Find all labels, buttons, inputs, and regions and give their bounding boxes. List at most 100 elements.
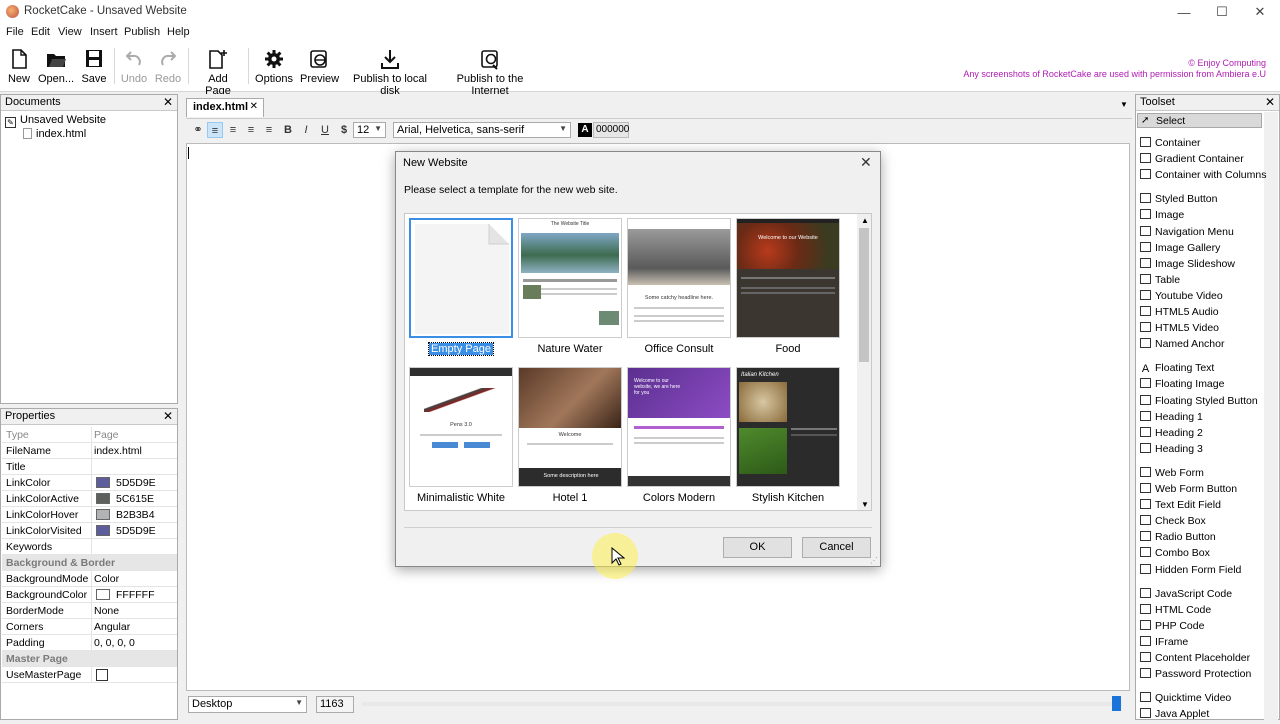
tree-item-page[interactable]: index.html (23, 128, 86, 140)
tool-gradient-container[interactable]: Gradient Container (1140, 153, 1244, 169)
template-food[interactable]: Welcome to our Website (736, 218, 840, 338)
tool-heading-3[interactable]: Heading 3 (1140, 442, 1203, 459)
close-window-button[interactable]: ✕ (1242, 0, 1278, 24)
tool-password-protection[interactable]: Password Protection (1140, 668, 1251, 684)
tool-floating-image[interactable]: Floating Image (1140, 378, 1224, 394)
property-row-linkcolor[interactable]: LinkColor 5D5D9E (2, 475, 177, 491)
cancel-button[interactable]: Cancel (802, 537, 871, 558)
tool-html5-video[interactable]: HTML5 Video (1140, 322, 1219, 338)
tool-container[interactable]: Container (1140, 137, 1201, 153)
menu-insert[interactable]: Insert (90, 26, 118, 38)
page-width-field[interactable]: 1163 (316, 696, 354, 713)
scroll-down-icon[interactable]: ▼ (861, 500, 869, 509)
property-row-bgcolor[interactable]: BackgroundColor FFFFFF (2, 587, 177, 603)
close-panel-icon[interactable]: ✕ (1265, 95, 1275, 109)
text-color-icon[interactable]: A (578, 123, 592, 137)
scroll-up-icon[interactable]: ▲ (861, 216, 869, 225)
template-hotel-1[interactable]: Welcome Some description here (518, 367, 622, 487)
property-row-usemasterpage[interactable]: UseMasterPage (2, 667, 177, 683)
tool-heading-1[interactable]: Heading 1 (1140, 410, 1203, 427)
template-nature-water[interactable]: The Website Title (518, 218, 622, 338)
width-slider-track[interactable] (362, 702, 1122, 706)
tool-content-placeholder[interactable]: Content Placeholder (1140, 652, 1250, 668)
menu-view[interactable]: View (58, 26, 82, 38)
redo-button[interactable]: Redo (154, 44, 182, 88)
tool-quicktime-video[interactable]: Quicktime Video (1140, 692, 1231, 708)
tool-image[interactable]: Image (1140, 209, 1184, 225)
options-button[interactable]: Options (254, 44, 294, 88)
tool-check-box[interactable]: Check Box (1140, 515, 1206, 531)
bold-icon[interactable]: B (280, 122, 296, 138)
italic-icon[interactable]: I (298, 122, 314, 138)
property-row-title[interactable]: Title (2, 459, 177, 475)
toolset-scrollbar[interactable] (1264, 112, 1278, 720)
tool-image-gallery[interactable]: Image Gallery (1140, 241, 1220, 258)
color-swatch[interactable] (96, 525, 110, 536)
template-empty-page[interactable] (409, 218, 513, 338)
tool-styled-button[interactable]: Styled Button (1140, 193, 1217, 209)
property-row-linkcoloractive[interactable]: LinkColorActive 5C615E (2, 491, 177, 507)
tool-named-anchor[interactable]: Named Anchor (1140, 338, 1224, 354)
tool-heading-2[interactable]: Heading 2 (1140, 426, 1203, 443)
tab-dropdown-icon[interactable]: ▼ (1120, 100, 1128, 109)
new-button[interactable]: New (4, 44, 34, 88)
property-row-linkcolorvisited[interactable]: LinkColorVisited 5D5D9E (2, 523, 177, 539)
tool-container-with-columns[interactable]: Container with Columns (1140, 169, 1266, 185)
property-row-bordermode[interactable]: BorderMode None (2, 603, 177, 619)
template-stylish-kitchen[interactable]: Italian Kitchen (736, 367, 840, 487)
tool-php-code[interactable]: PHP Code (1140, 619, 1204, 636)
tool-radio-button[interactable]: Radio Button (1140, 531, 1216, 547)
underline-icon[interactable]: U (317, 122, 333, 138)
tool-html5-audio[interactable]: HTML5 Audio (1140, 306, 1219, 322)
color-swatch[interactable] (96, 589, 110, 600)
tool-select[interactable]: ➚ Select (1137, 113, 1262, 128)
font-family-select[interactable]: Arial, Helvetica, sans-serif ▼ (393, 122, 571, 138)
add-page-button[interactable]: Add Page (194, 44, 242, 97)
color-swatch[interactable] (96, 509, 110, 520)
tool-web-form[interactable]: Web Form (1140, 466, 1204, 483)
menu-edit[interactable]: Edit (31, 26, 50, 38)
property-row-bgmode[interactable]: BackgroundMode Color (2, 571, 177, 587)
tool-html-code[interactable]: HTML Code (1140, 603, 1211, 620)
save-button[interactable]: Save (80, 44, 108, 88)
align-right-icon[interactable]: ≡ (243, 122, 259, 138)
align-left-icon[interactable]: ≡ (207, 122, 223, 138)
tool-javascript-code[interactable]: JavaScript Code (1140, 587, 1232, 604)
minimize-button[interactable]: — (1166, 0, 1202, 24)
close-panel-icon[interactable]: ✕ (163, 95, 173, 109)
menu-publish[interactable]: Publish (124, 26, 160, 38)
tool-table[interactable]: Table (1140, 273, 1180, 290)
use-master-checkbox[interactable] (96, 669, 108, 681)
tool-combo-box[interactable]: Combo Box (1140, 547, 1210, 563)
template-colors-modern[interactable]: Welcome to our website, we are here for … (627, 367, 731, 487)
width-slider-thumb[interactable] (1112, 696, 1121, 711)
gallery-scroll-thumb[interactable] (859, 228, 869, 362)
close-panel-icon[interactable]: ✕ (163, 409, 173, 423)
font-size-select[interactable]: 12 ▼ (353, 122, 386, 138)
property-row-keywords[interactable]: Keywords (2, 539, 177, 555)
template-office-consult[interactable]: Some catchy headline here. (627, 218, 731, 338)
property-row-corners[interactable]: Corners Angular (2, 619, 177, 635)
preview-button[interactable]: Preview (300, 44, 339, 88)
tool-hidden-form-field[interactable]: Hidden Form Field (1140, 563, 1241, 580)
tool-web-form-button[interactable]: Web Form Button (1140, 483, 1237, 499)
tool-floating-styled-button[interactable]: Floating Styled Button (1140, 394, 1258, 411)
ok-button[interactable]: OK (723, 537, 792, 558)
dialog-close-icon[interactable]: ✕ (860, 154, 872, 171)
tool-iframe[interactable]: IFrame (1140, 635, 1188, 652)
tree-item-website[interactable]: ✎ Unsaved Website (5, 114, 106, 128)
color-swatch[interactable] (96, 493, 110, 504)
align-center-icon[interactable]: ≡ (225, 122, 241, 138)
tool-floating-text[interactable]: A Floating Text (1140, 362, 1215, 378)
color-swatch[interactable] (96, 477, 110, 488)
justify-icon[interactable]: ≡ (261, 122, 277, 138)
property-row-padding[interactable]: Padding 0, 0, 0, 0 (2, 635, 177, 651)
close-tab-icon[interactable]: ✕ (250, 101, 258, 112)
undo-button[interactable]: Undo (120, 44, 148, 88)
tool-navigation-menu[interactable]: Navigation Menu (1140, 225, 1234, 242)
tool-java-applet[interactable]: Java Applet (1140, 708, 1209, 724)
tab-index-html[interactable]: index.html ✕ (186, 98, 264, 117)
property-row-linkcolorhover[interactable]: LinkColorHover B2B3B4 (2, 507, 177, 523)
publish-local-button[interactable]: Publish to local disk (345, 44, 435, 97)
menu-file[interactable]: File (6, 26, 24, 38)
